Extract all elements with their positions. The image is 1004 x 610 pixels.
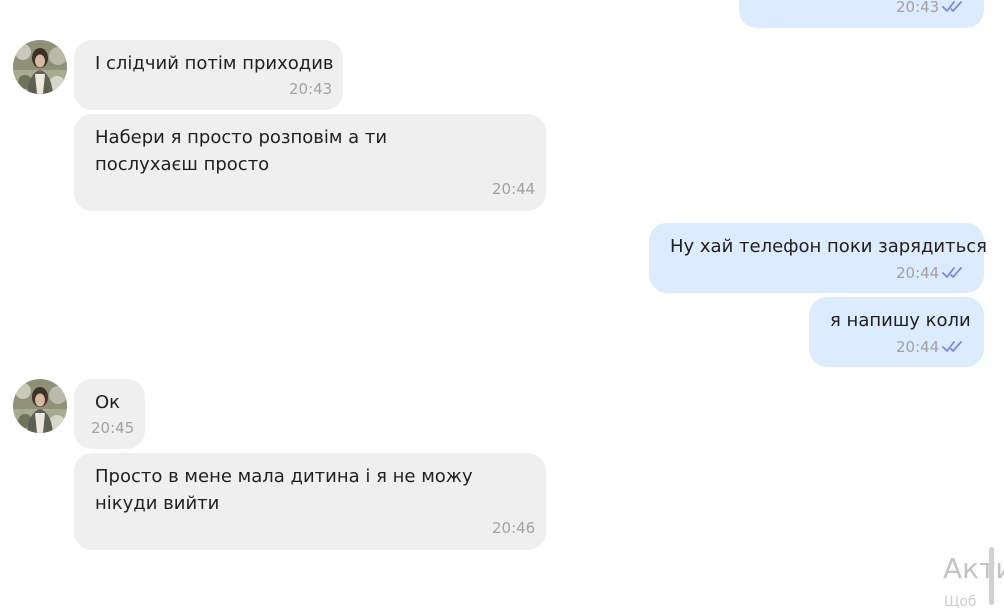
message-text: я напишу коли xyxy=(830,310,971,331)
chat-message-list[interactable]: 20:43 І слідчий потім приходив 20:43 Наб… xyxy=(0,0,1004,610)
message-text: Ок xyxy=(95,392,121,413)
message-time: 20:43 xyxy=(289,80,333,98)
incoming-message[interactable]: Просто в мене мала дитина і я не можу ні… xyxy=(74,453,546,550)
message-time: 20:45 xyxy=(91,419,135,437)
contact-avatar-icon xyxy=(13,379,67,433)
double-check-icon xyxy=(942,1,962,12)
scrollbar-thumb[interactable] xyxy=(989,547,994,605)
contact-avatar[interactable] xyxy=(13,40,67,94)
incoming-message[interactable]: Набери я просто розповім а ти послухаєш … xyxy=(74,114,546,211)
message-text: Ну хай телефон поки зарядиться xyxy=(670,236,987,257)
incoming-message[interactable]: І слідчий потім приходив 20:43 xyxy=(74,40,343,110)
activation-watermark-subtitle: Щоб xyxy=(944,594,977,610)
message-text: Просто в мене мала дитина і я не можу ні… xyxy=(95,466,473,514)
outgoing-message[interactable]: Ну хай телефон поки зарядиться 20:44 xyxy=(649,223,987,293)
message-time: 20:44 xyxy=(896,338,940,356)
message-text: І слідчий потім приходив xyxy=(95,53,334,74)
double-check-icon xyxy=(942,267,962,278)
contact-avatar-icon xyxy=(13,40,67,94)
message-time: 20:44 xyxy=(492,180,536,198)
double-check-icon xyxy=(942,341,962,352)
message-time: 20:44 xyxy=(896,264,940,282)
activation-watermark-title: Акти xyxy=(943,552,1004,585)
message-time: 20:43 xyxy=(896,0,940,16)
message-time: 20:46 xyxy=(492,519,536,537)
incoming-message[interactable]: Ок 20:45 xyxy=(74,379,145,449)
message-text: Набери я просто розповім а ти послухаєш … xyxy=(95,127,388,175)
outgoing-message[interactable]: я напишу коли 20:44 xyxy=(809,297,984,367)
outgoing-message[interactable]: 20:43 xyxy=(739,0,984,28)
contact-avatar[interactable] xyxy=(13,379,67,433)
